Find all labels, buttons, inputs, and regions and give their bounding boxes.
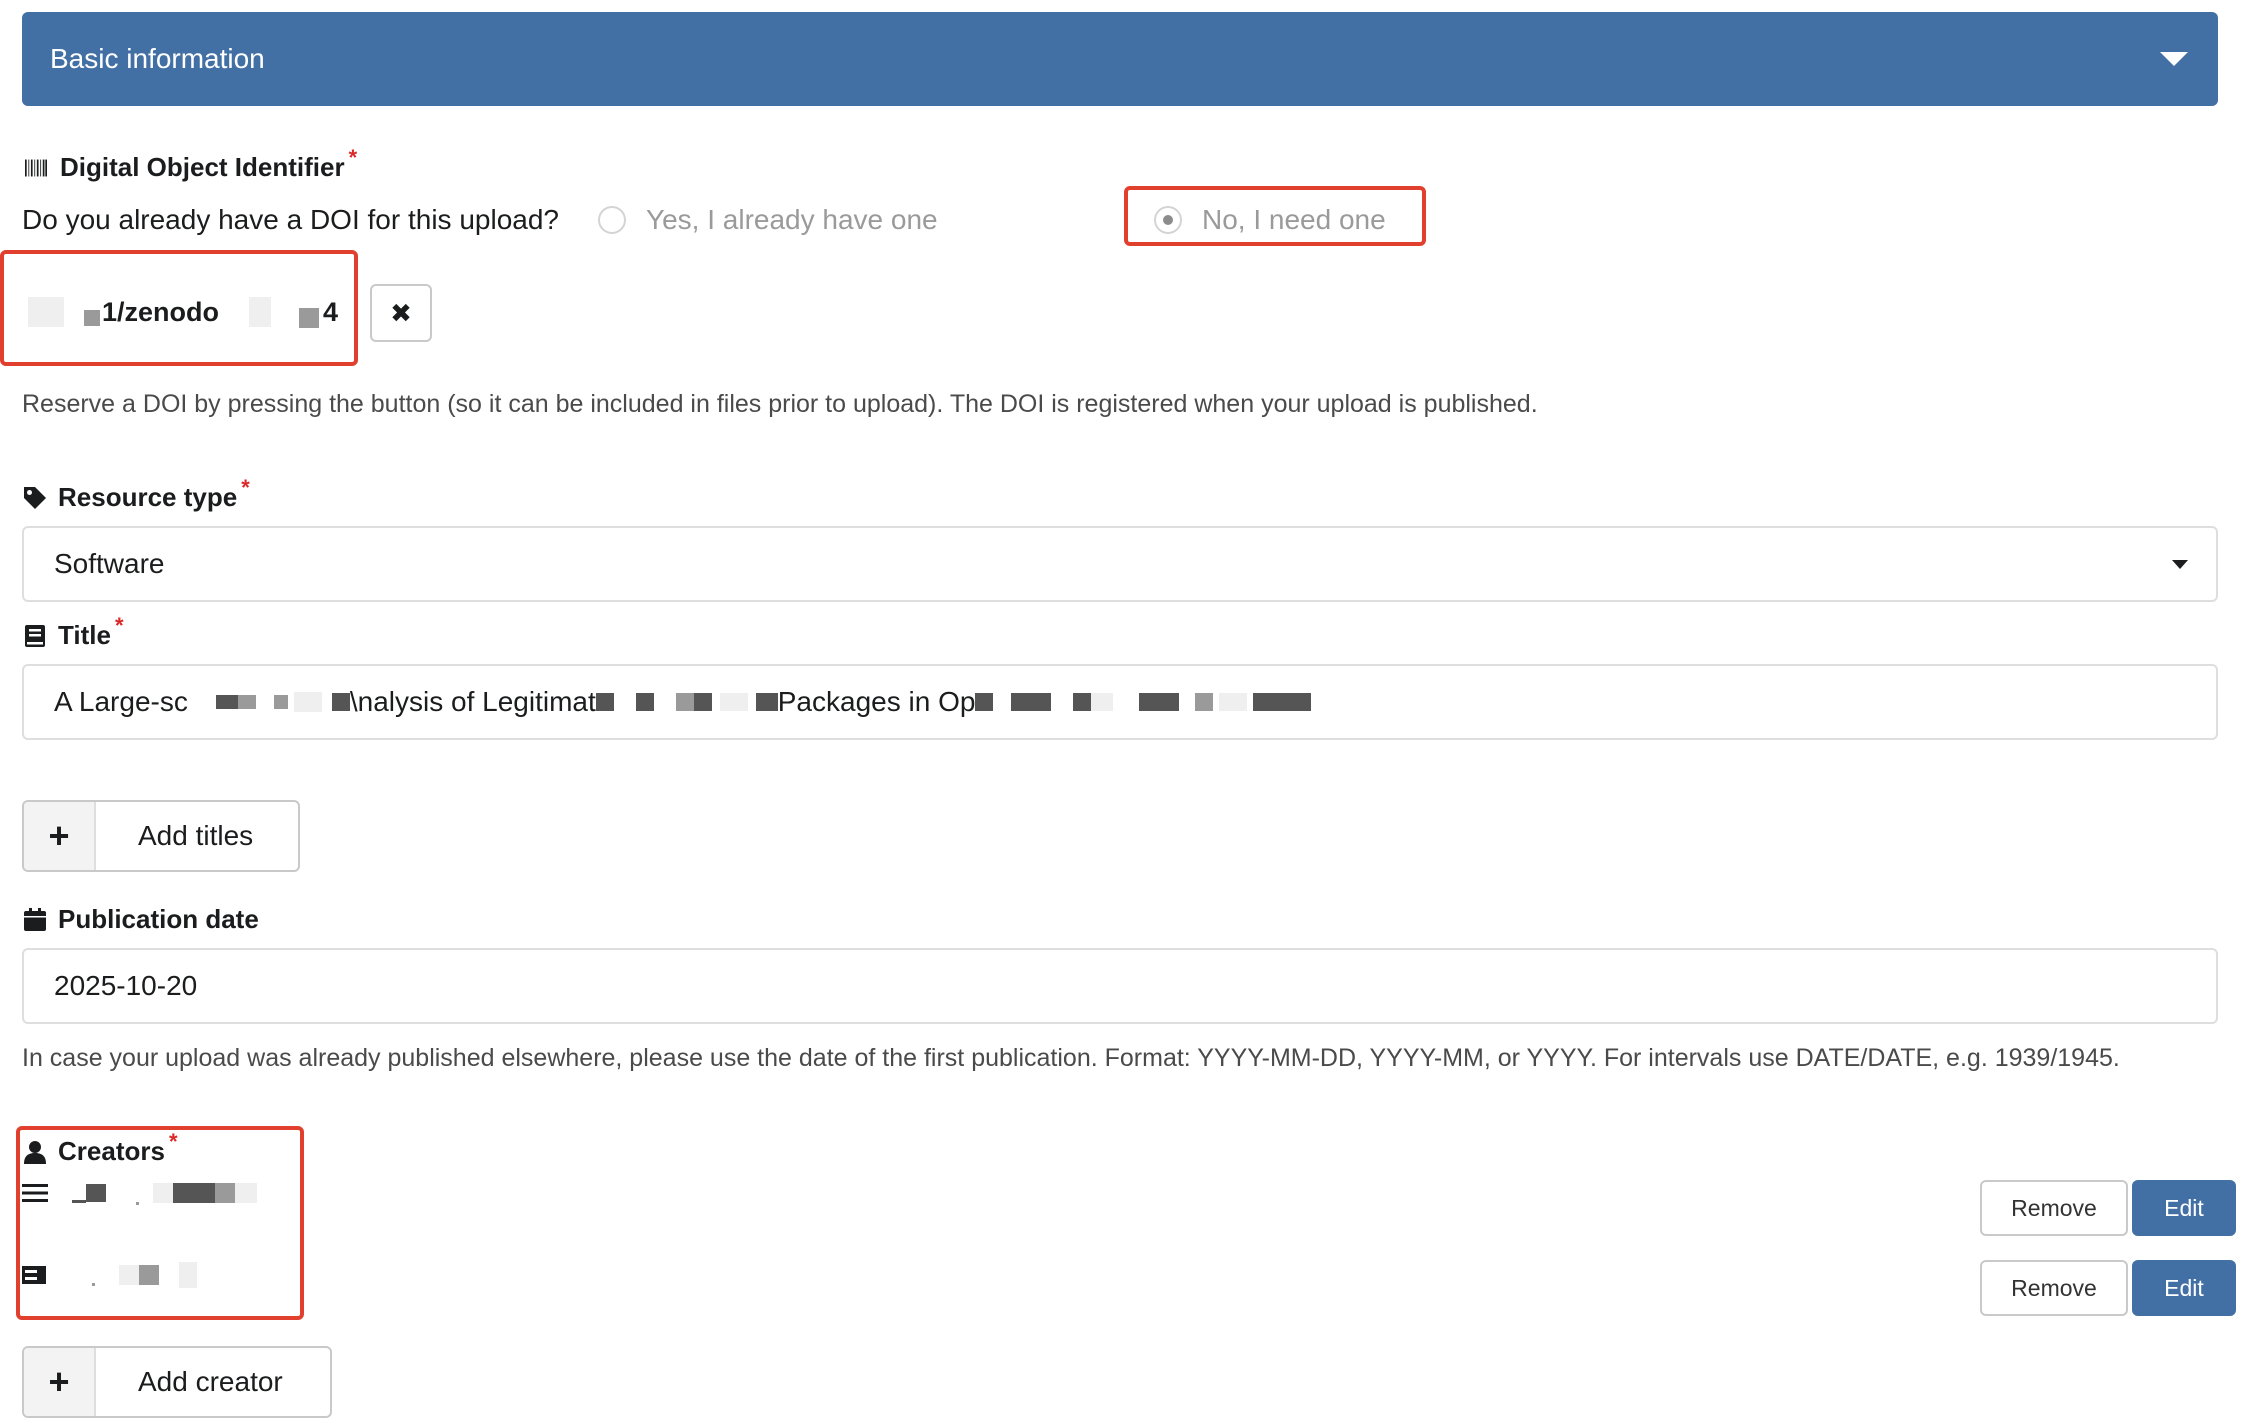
doi-value-text: 1/zenodo (102, 296, 220, 327)
add-titles-label: Add titles (138, 820, 254, 851)
redacted-block (28, 297, 64, 327)
redacted-block (1195, 693, 1214, 711)
redacted-block (235, 1182, 257, 1203)
remove-creator-button[interactable]: Remove (1980, 1260, 2128, 1316)
redacted-block (1253, 693, 1298, 711)
edit-creator-button[interactable]: Edit (2132, 1180, 2236, 1236)
publication-date-input[interactable]: 2025-10-20 (22, 948, 2218, 1024)
redacted-block (173, 1182, 215, 1203)
creator-row (22, 1180, 257, 1205)
redacted-block (1011, 693, 1034, 711)
creator-row (22, 1262, 197, 1288)
redacted-block (675, 693, 694, 711)
publication-date-label-text: Publication date (58, 904, 259, 934)
redacted-block (1073, 693, 1092, 711)
required-mark: * (168, 1128, 178, 1154)
redacted-block (237, 695, 256, 709)
redacted-block (1033, 693, 1052, 711)
redacted-block (635, 693, 654, 711)
redacted-block (595, 693, 614, 711)
title-fragment: Packages in Op (777, 686, 976, 717)
chevron-down-icon[interactable] (2160, 52, 2188, 66)
add-creator-button[interactable]: + Add creator (22, 1346, 332, 1418)
required-mark: * (348, 144, 358, 170)
dropdown-caret-icon (2172, 560, 2188, 569)
title-input[interactable]: A Large-sc \nalysis of Legitimat Package… (22, 664, 2218, 740)
redacted-block (179, 1262, 197, 1288)
redacted-block (72, 1200, 86, 1203)
redacted-block (1297, 693, 1312, 711)
redacted-block (139, 1265, 159, 1285)
redacted-block (119, 1265, 139, 1285)
doi-option-no-label: No, I need one (1202, 204, 1386, 235)
creators-label-text: Creators (58, 1136, 165, 1166)
required-mark: * (241, 474, 250, 500)
close-icon: ✖ (390, 297, 412, 328)
redacted-block (1139, 693, 1180, 711)
redacted-block (299, 308, 320, 328)
plus-icon: + (24, 802, 96, 870)
user-icon (24, 1140, 46, 1164)
title-fragment: \nalysis of Legitimat (349, 686, 596, 717)
redacted-block (215, 695, 238, 709)
doi-option-yes-label: Yes, I already have one (646, 204, 938, 235)
radio-no[interactable] (1154, 206, 1182, 234)
add-titles-button[interactable]: + Add titles (22, 800, 300, 872)
redacted-block (975, 693, 994, 711)
plus-icon: + (24, 1348, 96, 1416)
doi-option-no[interactable]: No, I need one (1154, 204, 1386, 236)
redacted-block (273, 695, 288, 709)
basic-information-accordion[interactable]: Basic information (22, 12, 2218, 106)
redacted-block (693, 693, 712, 711)
redacted-block (1219, 693, 1248, 711)
resource-type-label: Resource type * (22, 475, 250, 513)
add-creator-label: Add creator (138, 1366, 283, 1397)
doi-label-text: Digital Object Identifier (60, 152, 345, 182)
redacted-block (136, 1202, 139, 1205)
drag-handle-icon[interactable] (22, 1182, 48, 1204)
redacted-block (755, 693, 778, 711)
tag-icon (24, 486, 46, 509)
publication-date-label: Publication date (22, 904, 259, 935)
doi-help-text: Reserve a DOI by pressing the button (so… (22, 390, 1538, 418)
redacted-block (86, 1183, 106, 1202)
title-fragment: A Large-sc (54, 686, 188, 717)
redacted-block (1091, 693, 1114, 711)
resource-type-select[interactable]: Software (22, 526, 2218, 602)
doi-question: Do you already have a DOI for this uploa… (22, 204, 559, 235)
edit-creator-button[interactable]: Edit (2132, 1260, 2236, 1316)
creators-label: Creators * (22, 1129, 178, 1167)
accordion-title: Basic information (50, 43, 265, 74)
redacted-block (719, 693, 748, 711)
radio-yes[interactable] (598, 206, 626, 234)
doi-label: Digital Object Identifier * (22, 145, 357, 183)
id-card-icon (22, 1266, 46, 1284)
redacted-block (215, 1182, 235, 1203)
resource-type-label-text: Resource type (58, 482, 238, 512)
title-label: Title * (22, 613, 124, 651)
publication-date-value: 2025-10-20 (54, 970, 198, 1001)
barcode-icon (25, 159, 47, 176)
redacted-block (92, 1282, 95, 1286)
redacted-block (293, 692, 322, 712)
calendar-icon (24, 907, 46, 931)
required-mark: * (114, 612, 124, 638)
redacted-block (153, 1182, 173, 1203)
book-icon (25, 624, 45, 647)
clear-doi-button[interactable]: ✖ (370, 284, 432, 342)
redacted-block (249, 297, 272, 327)
remove-creator-button[interactable]: Remove (1980, 1180, 2128, 1236)
doi-option-yes[interactable]: Yes, I already have one (598, 204, 938, 236)
title-value: A Large-sc \nalysis of Legitimat Package… (54, 686, 1312, 718)
title-label-text: Title (58, 620, 111, 650)
doi-reserved-value: 1/zenodo 4 (28, 296, 338, 328)
redacted-block (331, 693, 350, 711)
resource-type-value: Software (54, 548, 165, 579)
doi-value-suffix: 4 (323, 296, 339, 327)
redacted-block (84, 310, 100, 326)
publication-date-help-text: In case your upload was already publishe… (22, 1044, 2120, 1072)
